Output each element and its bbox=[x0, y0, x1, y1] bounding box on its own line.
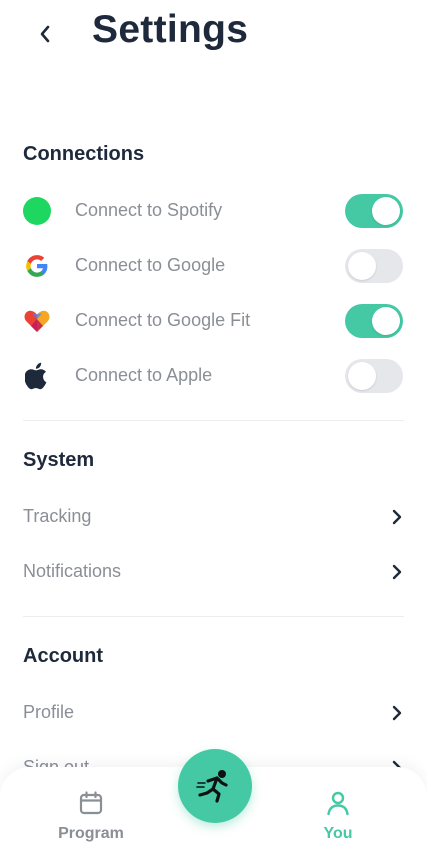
tab-you-label: You bbox=[323, 825, 353, 842]
system-section-title: System bbox=[23, 449, 95, 471]
apple-icon bbox=[23, 362, 51, 390]
toggle-knob bbox=[348, 252, 376, 280]
start-workout-button[interactable] bbox=[178, 749, 252, 823]
notifications-row[interactable]: Notifications bbox=[0, 552, 427, 592]
spotify-toggle[interactable] bbox=[345, 194, 403, 228]
profile-label: Profile bbox=[23, 702, 75, 722]
tab-you[interactable]: You bbox=[283, 789, 393, 849]
spotify-icon bbox=[23, 197, 51, 225]
connection-row-apple: Connect to Apple bbox=[0, 356, 427, 396]
chevron-left-icon bbox=[40, 25, 50, 43]
tab-program[interactable]: Program bbox=[36, 789, 146, 849]
connection-label: Connect to Apple bbox=[75, 365, 213, 385]
connection-label: Connect to Google Fit bbox=[75, 310, 251, 330]
back-button[interactable] bbox=[30, 20, 60, 48]
connection-row-google-fit: Connect to Google Fit bbox=[0, 301, 427, 341]
user-icon bbox=[327, 791, 349, 816]
connection-label: Connect to Spotify bbox=[75, 200, 223, 220]
connections-section-title: Connections bbox=[23, 143, 145, 165]
toggle-knob bbox=[372, 197, 400, 225]
google-fit-toggle[interactable] bbox=[345, 304, 403, 338]
google-toggle[interactable] bbox=[345, 249, 403, 283]
toggle-knob bbox=[372, 307, 400, 335]
account-section-title: Account bbox=[23, 645, 103, 667]
connection-row-spotify: Connect to Spotify bbox=[0, 191, 427, 231]
connection-label: Connect to Google bbox=[75, 255, 226, 275]
google-icon bbox=[23, 252, 51, 280]
tracking-row[interactable]: Tracking bbox=[0, 497, 427, 537]
header: Settings bbox=[0, 0, 427, 70]
runner-icon bbox=[196, 770, 228, 803]
apple-toggle[interactable] bbox=[345, 359, 403, 393]
chevron-right-icon bbox=[392, 564, 402, 580]
toggle-knob bbox=[348, 362, 376, 390]
tab-program-label: Program bbox=[58, 825, 124, 842]
section-divider bbox=[23, 420, 404, 421]
chevron-right-icon bbox=[392, 705, 402, 721]
profile-row[interactable]: Profile bbox=[0, 693, 427, 733]
chevron-right-icon bbox=[392, 509, 402, 525]
page-title: Settings bbox=[92, 8, 249, 51]
tracking-label: Tracking bbox=[23, 506, 92, 526]
calendar-icon bbox=[79, 791, 103, 815]
google-fit-icon bbox=[23, 307, 51, 335]
notifications-label: Notifications bbox=[23, 561, 122, 581]
section-divider bbox=[23, 616, 404, 617]
connection-row-google: Connect to Google bbox=[0, 246, 427, 286]
